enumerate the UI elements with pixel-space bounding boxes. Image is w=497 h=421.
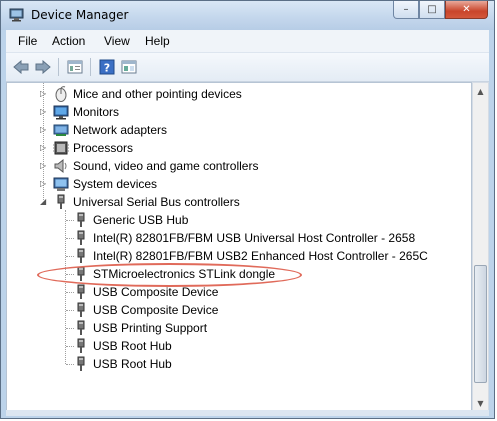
tree-category-usb[interactable]: ◢ Universal Serial Bus controllers: [7, 193, 467, 211]
usb-icon: [77, 284, 85, 299]
expand-arrow-icon[interactable]: ▷: [40, 126, 47, 134]
forward-arrow-icon[interactable]: [34, 58, 52, 76]
tree-device-item[interactable]: USB Printing Support: [7, 319, 467, 337]
speaker-icon: [54, 158, 67, 174]
expand-arrow-icon[interactable]: ▷: [40, 180, 47, 188]
menu-bar: File Action View Help: [6, 30, 489, 53]
tree-category-monitors[interactable]: ▷ Monitors: [7, 103, 467, 121]
menu-file[interactable]: File: [18, 34, 37, 48]
expand-arrow-icon[interactable]: ▷: [40, 90, 47, 98]
tree-device-label: Intel(R) 82801FB/FBM USB Universal Host …: [93, 231, 416, 245]
tree-device-item[interactable]: USB Composite Device: [7, 301, 467, 319]
tree-device-label: USB Composite Device: [93, 285, 219, 299]
expand-arrow-icon[interactable]: ▷: [40, 144, 47, 152]
tree-category-processors[interactable]: ▷ Processors: [7, 139, 467, 157]
tree-device-label: USB Composite Device: [93, 303, 219, 317]
tree-category-label: Universal Serial Bus controllers: [73, 195, 240, 209]
tree-device-label: USB Root Hub: [93, 357, 172, 371]
tree-category-label: Sound, video and game controllers: [73, 159, 259, 173]
tree-category-label: Mice and other pointing devices: [73, 87, 242, 101]
system-icon: [53, 177, 69, 191]
collapse-arrow-icon[interactable]: ◢: [40, 198, 47, 206]
tree-category-label: Network adapters: [73, 123, 168, 137]
tree-device-item[interactable]: Intel(R) 82801FB/FBM USB Universal Host …: [7, 229, 467, 247]
svg-text:?: ?: [104, 62, 110, 75]
close-button[interactable]: ✕: [445, 1, 488, 19]
vertical-scrollbar[interactable]: ▲ ▼: [472, 82, 489, 413]
device-tree[interactable]: ▷ Mice and other pointing devices ▷ Moni…: [6, 82, 472, 413]
tree-device-item[interactable]: Generic USB Hub: [7, 211, 467, 229]
minimize-button[interactable]: –: [393, 1, 419, 19]
toolbar-separator: [58, 58, 59, 76]
help-icon[interactable]: ?: [98, 58, 116, 76]
tree-device-label: USB Printing Support: [93, 321, 208, 335]
tree-device-item[interactable]: USB Composite Device: [7, 283, 467, 301]
expand-arrow-icon[interactable]: ▷: [40, 108, 47, 116]
tree-category-sound[interactable]: ▷ Sound, video and game controllers: [7, 157, 467, 175]
usb-icon: [77, 302, 85, 317]
menu-help[interactable]: Help: [145, 34, 170, 48]
tree-category-label: Monitors: [73, 105, 120, 119]
maximize-button[interactable]: □: [419, 1, 445, 19]
usb-icon: [57, 194, 65, 209]
show-hide-icon[interactable]: [120, 58, 138, 76]
expand-arrow-icon[interactable]: ▷: [40, 162, 47, 170]
mouse-icon: [55, 86, 67, 102]
scroll-up-icon[interactable]: ▲: [473, 83, 488, 100]
device-manager-icon: [9, 8, 24, 22]
tree-category-network[interactable]: ▷ Network adapters: [7, 121, 467, 139]
toolbar: ?: [6, 53, 489, 82]
usb-icon: [77, 212, 85, 227]
scroll-thumb[interactable]: [474, 265, 487, 383]
tree-device-label: USB Root Hub: [93, 339, 172, 353]
network-icon: [53, 124, 69, 136]
usb-icon: [77, 320, 85, 335]
processor-icon: [53, 141, 69, 155]
tree-device-label: Intel(R) 82801FB/FBM USB2 Enhanced Host …: [93, 249, 428, 263]
usb-icon: [77, 230, 85, 245]
status-bar: [6, 410, 489, 416]
usb-icon: [77, 248, 85, 263]
usb-icon: [77, 356, 85, 371]
menu-action[interactable]: Action: [52, 34, 85, 48]
tree-device-item[interactable]: USB Root Hub: [7, 355, 467, 373]
tree-device-label: Generic USB Hub: [93, 213, 189, 227]
tree-category-label: Processors: [73, 141, 134, 155]
usb-icon: [77, 338, 85, 353]
tree-device-item[interactable]: Intel(R) 82801FB/FBM USB2 Enhanced Host …: [7, 247, 467, 265]
window-title: Device Manager: [31, 8, 129, 22]
highlight-ellipse: [37, 263, 302, 287]
device-manager-window: Device Manager – □ ✕ File Action View He…: [0, 0, 495, 419]
properties-icon[interactable]: [66, 58, 84, 76]
title-bar[interactable]: Device Manager – □ ✕: [1, 1, 494, 30]
tree-category-mice[interactable]: ▷ Mice and other pointing devices: [7, 85, 467, 103]
menu-view[interactable]: View: [104, 34, 130, 48]
toolbar-separator: [90, 58, 91, 76]
monitor-icon: [53, 105, 69, 120]
tree-device-item[interactable]: USB Root Hub: [7, 337, 467, 355]
back-arrow-icon[interactable]: [12, 58, 30, 76]
tree-category-system[interactable]: ▷ System devices: [7, 175, 467, 193]
tree-category-label: System devices: [73, 177, 158, 191]
